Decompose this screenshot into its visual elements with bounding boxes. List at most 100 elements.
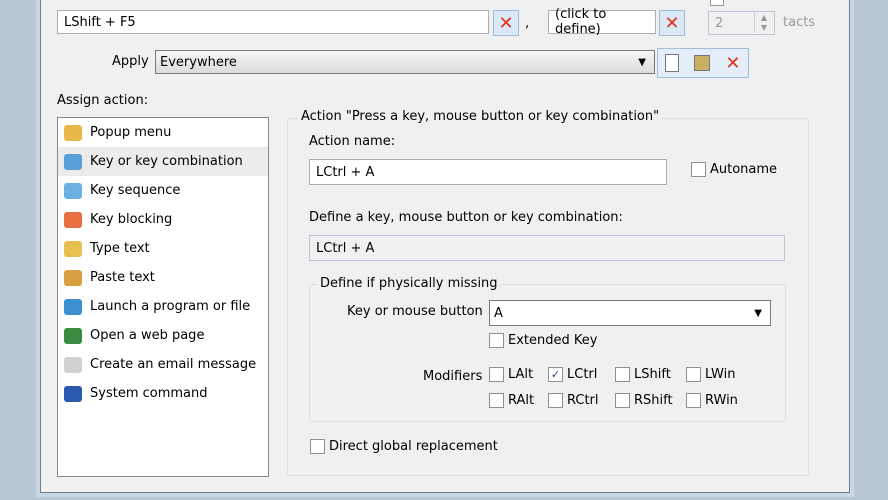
extended-key-label: Extended Key — [508, 333, 598, 348]
checkbox-box — [686, 393, 701, 408]
action-type-item[interactable]: System command — [58, 379, 268, 408]
action-type-icon — [64, 211, 82, 228]
action-type-icon — [64, 153, 82, 170]
checkbox-box: ✓ — [548, 367, 563, 382]
modifier-label: RShift — [634, 393, 673, 408]
action-type-item[interactable]: Type text — [58, 234, 268, 263]
chevron-down-icon: ▼ — [754, 307, 762, 319]
modifier-checkbox-rwin[interactable]: RWin — [686, 393, 738, 408]
apply-value: Everywhere — [160, 54, 237, 70]
delete-icon[interactable]: ✕ — [725, 53, 740, 74]
hotkey-primary-field[interactable]: LShift + F5 — [57, 10, 489, 34]
action-type-icon — [64, 356, 82, 373]
modifier-checkbox-lctrl[interactable]: ✓ LCtrl — [548, 367, 597, 382]
modifier-checkbox-lalt[interactable]: LAlt — [489, 367, 533, 382]
missing-group-title: Define if physically missing — [317, 276, 501, 291]
tacts-value: 2 — [715, 15, 724, 31]
action-type-item[interactable]: Popup menu — [58, 118, 268, 147]
modifiers-label: Modifiers — [423, 369, 483, 384]
close-icon: ✕ — [664, 12, 680, 34]
modifier-checkbox-ralt[interactable]: RAlt — [489, 393, 534, 408]
spinner-arrows-icon[interactable]: ▲ ▼ — [754, 13, 773, 33]
checkbox-box — [691, 162, 706, 177]
clear-secondary-button[interactable]: ✕ — [659, 10, 685, 36]
tacts-spinner[interactable]: 2 ▲ ▼ — [708, 11, 775, 35]
action-type-label: Key sequence — [90, 183, 181, 198]
chevron-down-icon: ▼ — [638, 56, 646, 68]
assign-action-label: Assign action: — [57, 93, 149, 108]
action-type-label: Open a web page — [90, 328, 205, 343]
action-type-label: Launch a program or file — [90, 299, 251, 314]
action-type-item[interactable]: Paste text — [58, 263, 268, 292]
key-select[interactable]: A ▼ — [489, 300, 771, 326]
edit-properties-icon[interactable] — [694, 55, 711, 71]
action-type-label: Paste text — [90, 270, 155, 285]
define-key-value: LCtrl + A — [316, 240, 375, 256]
autoname-label: Autoname — [710, 162, 778, 177]
define-key-label: Define a key, mouse button or key combin… — [309, 210, 623, 225]
action-type-item[interactable]: Create an email message — [58, 350, 268, 379]
action-type-icon — [64, 124, 82, 141]
modifier-checkbox-rshift[interactable]: RShift — [615, 393, 673, 408]
checkbox-box — [615, 367, 630, 382]
checkbox-box — [686, 367, 701, 382]
action-type-item[interactable]: Key blocking — [58, 205, 268, 234]
action-type-item[interactable]: Key or key combination — [58, 147, 268, 176]
action-type-label: Type text — [90, 241, 150, 256]
checkbox-box — [548, 393, 563, 408]
checkbox-box — [489, 367, 504, 382]
modifier-label: LWin — [705, 367, 736, 382]
new-document-icon[interactable] — [665, 54, 680, 72]
checkbox-box — [310, 439, 325, 454]
apply-toolbar: ✕ — [657, 48, 749, 78]
action-type-item[interactable]: Open a web page — [58, 321, 268, 350]
action-type-icon — [64, 269, 82, 286]
action-type-label: Key blocking — [90, 212, 173, 227]
action-type-item[interactable]: Launch a program or file — [58, 292, 268, 321]
action-name-value: LCtrl + A — [316, 164, 375, 180]
tacts-label: tacts — [783, 15, 816, 30]
apply-label: Apply — [112, 54, 149, 69]
modifier-label: LCtrl — [567, 367, 598, 382]
modifier-label: LShift — [634, 367, 671, 382]
action-type-label: Create an email message — [90, 357, 257, 372]
key-button-label: Key or mouse button — [347, 304, 483, 319]
action-type-label: Key or key combination — [90, 154, 243, 169]
extended-key-checkbox[interactable]: Extended Key — [489, 333, 597, 348]
action-type-label: System command — [90, 386, 208, 401]
action-type-icon — [64, 327, 82, 344]
checkbox-box — [489, 333, 504, 348]
direct-replacement-checkbox[interactable]: Direct global replacement — [310, 439, 498, 454]
action-type-icon — [64, 385, 82, 402]
action-type-icon — [64, 298, 82, 315]
autoname-checkbox[interactable]: Autoname — [691, 162, 777, 177]
modifier-checkbox-lshift[interactable]: LShift — [615, 367, 671, 382]
action-name-input[interactable]: LCtrl + A — [309, 159, 667, 185]
separator: , — [525, 16, 530, 31]
apply-select[interactable]: Everywhere ▼ — [155, 50, 655, 74]
direct-replacement-label: Direct global replacement — [329, 439, 498, 454]
key-value: A — [494, 305, 503, 321]
clear-primary-button[interactable]: ✕ — [493, 10, 519, 36]
modifier-checkbox-lwin[interactable]: LWin — [686, 367, 735, 382]
action-type-label: Popup menu — [90, 125, 172, 140]
checkbox-box — [489, 393, 504, 408]
modifier-label: LAlt — [508, 367, 534, 382]
modifier-label: RWin — [705, 393, 738, 408]
hotkey-primary-value: LShift + F5 — [64, 14, 136, 30]
modifier-label: RCtrl — [567, 393, 599, 408]
action-type-list: Popup menu Key or key combination Key sequ… — [57, 117, 269, 477]
close-icon: ✕ — [498, 12, 514, 34]
action-type-icon — [64, 182, 82, 199]
define-key-field[interactable]: LCtrl + A — [309, 235, 785, 261]
action-name-label: Action name: — [309, 134, 396, 149]
modifier-checkbox-rctrl[interactable]: RCtrl — [548, 393, 599, 408]
hotkey-secondary-field[interactable]: (click to define) — [548, 7, 656, 37]
checkbox-box — [615, 393, 630, 408]
action-group-title: Action "Press a key, mouse button or key… — [298, 109, 663, 124]
modifier-label: RAlt — [508, 393, 535, 408]
long-press-checkbox[interactable] — [710, 0, 724, 6]
action-type-icon — [64, 240, 82, 257]
hotkey-secondary-value: (click to define) — [555, 7, 607, 37]
action-type-item[interactable]: Key sequence — [58, 176, 268, 205]
